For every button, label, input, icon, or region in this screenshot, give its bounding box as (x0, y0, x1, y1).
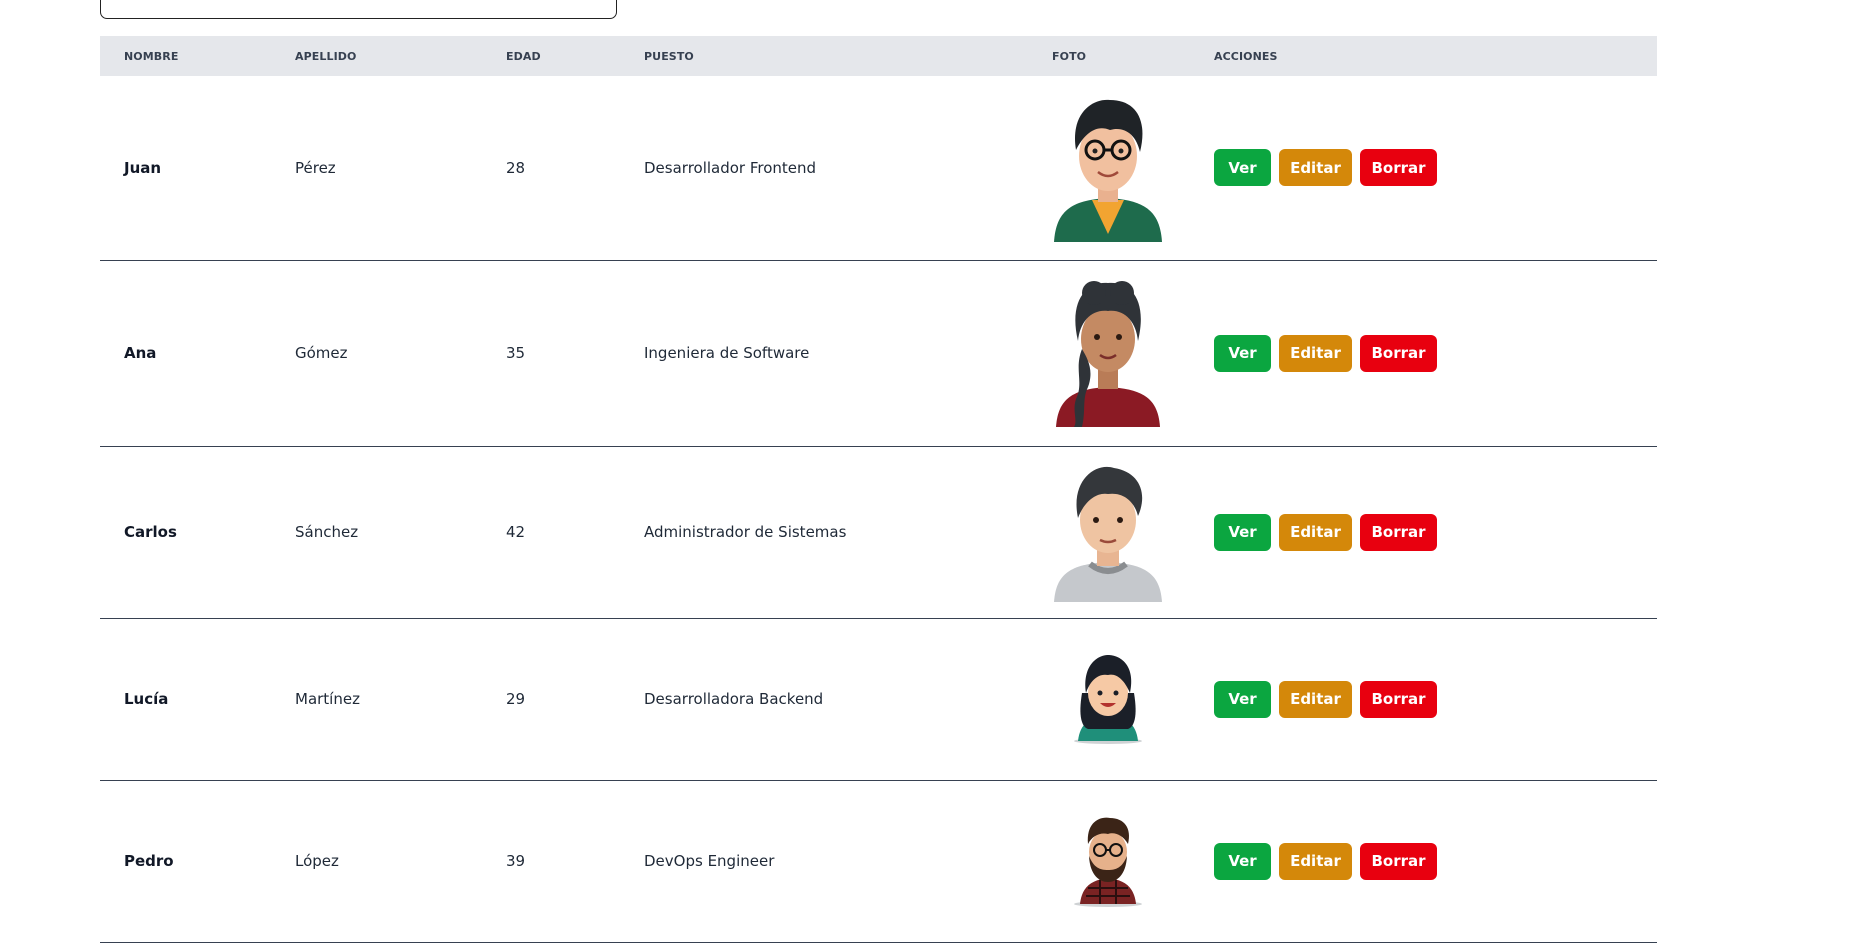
row-actions: Ver Editar Borrar (1214, 842, 1657, 880)
row-actions: Ver Editar Borrar (1214, 334, 1657, 372)
borrar-button[interactable]: Borrar (1360, 842, 1437, 880)
ver-button[interactable]: Ver (1214, 334, 1271, 372)
ver-button[interactable]: Ver (1214, 842, 1271, 880)
cell-nombre: Lucía (124, 690, 169, 708)
cell-acciones: Ver Editar Borrar (1190, 618, 1657, 780)
avatar (1054, 99, 1162, 242)
avatar (1054, 466, 1162, 602)
cell-nombre: Carlos (124, 523, 177, 541)
table-row: Pedro López 39 DevOps Engineer Ver Edita… (100, 780, 1657, 942)
avatar (1074, 655, 1142, 744)
cell-foto (1028, 76, 1190, 260)
cell-foto (1028, 446, 1190, 618)
cell-apellido: López (295, 852, 339, 870)
row-actions: Ver Editar Borrar (1214, 680, 1657, 718)
editar-button[interactable]: Editar (1279, 513, 1352, 551)
cell-apellido: Pérez (295, 158, 336, 177)
cell-nombre: Ana (124, 344, 157, 362)
search-input[interactable] (100, 0, 617, 19)
cell-puesto: DevOps Engineer (644, 852, 775, 870)
cell-acciones: Ver Editar Borrar (1190, 780, 1657, 942)
editar-button[interactable]: Editar (1279, 842, 1352, 880)
borrar-button[interactable]: Borrar (1360, 513, 1437, 551)
cell-foto (1028, 780, 1190, 942)
borrar-button[interactable]: Borrar (1360, 334, 1437, 372)
avatar (1074, 817, 1142, 907)
table-row: Carlos Sánchez 42 Administrador de Siste… (100, 446, 1657, 618)
column-header-puesto: PUESTO (644, 49, 694, 63)
cell-edad: 28 (506, 158, 526, 177)
cell-acciones: Ver Editar Borrar (1190, 260, 1657, 446)
column-header-acciones: ACCIONES (1214, 49, 1278, 63)
cell-puesto: Desarrollador Frontend (644, 158, 817, 177)
ver-button[interactable]: Ver (1214, 680, 1271, 718)
editar-button[interactable]: Editar (1279, 334, 1352, 372)
ver-button[interactable]: Ver (1214, 149, 1271, 187)
borrar-button[interactable]: Borrar (1360, 680, 1437, 718)
editar-button[interactable]: Editar (1279, 149, 1352, 187)
column-header-apellido: APELLIDO (295, 49, 357, 63)
table-row: Juan Pérez 28 Desarrollador Frontend Ver… (100, 76, 1657, 260)
cell-acciones: Ver Editar Borrar (1190, 76, 1657, 260)
column-header-edad: EDAD (506, 49, 541, 63)
cell-apellido: Sánchez (295, 523, 359, 541)
cell-puesto: Administrador de Sistemas (644, 523, 847, 541)
row-actions: Ver Editar Borrar (1214, 149, 1657, 187)
borrar-button[interactable]: Borrar (1360, 149, 1437, 187)
column-header-foto: FOTO (1052, 49, 1087, 63)
table-header-row: NOMBRE APELLIDO EDAD PUESTO FOTO ACCIONE… (100, 36, 1657, 76)
editar-button[interactable]: Editar (1279, 680, 1352, 718)
table-row: Ana Gómez 35 Ingeniera de Software Ver E… (100, 260, 1657, 446)
cell-edad: 29 (506, 690, 526, 708)
cell-edad: 39 (506, 852, 526, 870)
cell-edad: 35 (506, 344, 526, 362)
cell-edad: 42 (506, 523, 526, 541)
employees-table: NOMBRE APELLIDO EDAD PUESTO FOTO ACCIONE… (100, 36, 1657, 943)
ver-button[interactable]: Ver (1214, 513, 1271, 551)
row-actions: Ver Editar Borrar (1214, 513, 1657, 551)
avatar (1056, 281, 1160, 427)
cell-puesto: Ingeniera de Software (644, 344, 810, 362)
cell-acciones: Ver Editar Borrar (1190, 446, 1657, 618)
column-header-nombre: NOMBRE (124, 49, 179, 63)
cell-nombre: Pedro (124, 852, 174, 870)
cell-foto (1028, 618, 1190, 780)
cell-apellido: Martínez (295, 690, 360, 708)
cell-puesto: Desarrolladora Backend (644, 690, 824, 708)
cell-apellido: Gómez (295, 344, 348, 362)
cell-nombre: Juan (124, 158, 162, 177)
cell-foto (1028, 260, 1190, 446)
table-row: Lucía Martínez 29 Desarrolladora Backend… (100, 618, 1657, 780)
